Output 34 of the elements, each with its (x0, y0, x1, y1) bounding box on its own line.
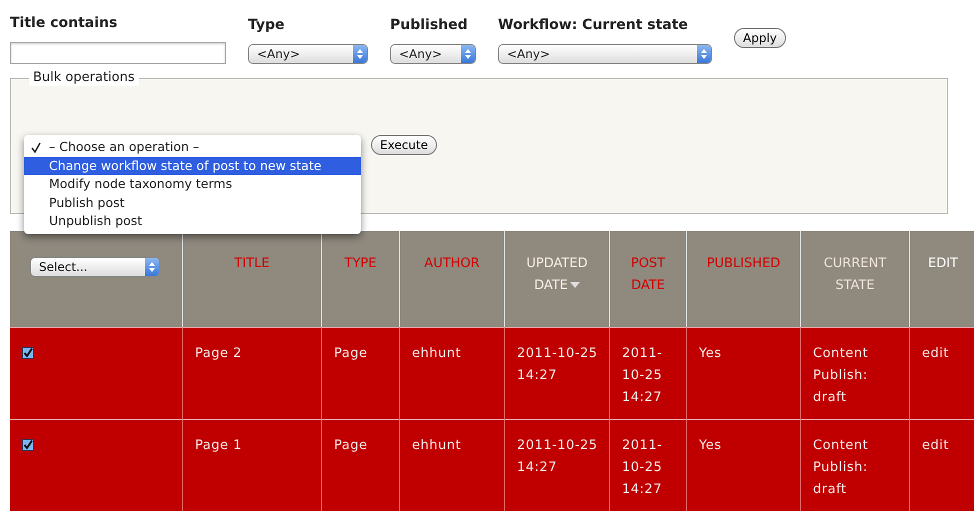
filter-select[interactable]: <Any> (498, 44, 712, 64)
table-cell-text: ehhunt (412, 345, 462, 363)
panel-legend: Bulk operations (29, 70, 139, 86)
column-header: EDIT (928, 255, 958, 273)
menu-option[interactable]: Change workflow state of post to new state (24, 156, 361, 175)
edit-link[interactable]: edit (922, 435, 949, 457)
table-cell-text: Yes (699, 345, 722, 363)
table-cell-text: 2011-10-25 14:27 (517, 437, 599, 477)
filter-label: Workflow: Current state (498, 16, 689, 34)
table-cell-text: 2011-10-25 14:27 (622, 345, 664, 407)
table-cell-text: Yes (699, 437, 722, 455)
table-cell-text: 2011-10-25 14:27 (517, 345, 599, 385)
filter-label: Title contains (10, 14, 118, 33)
table-cell-text: ehhunt (412, 437, 462, 455)
menu-option[interactable]: Modify node taxonomy terms (24, 175, 361, 194)
menu-option[interactable]: – Choose an operation – (24, 138, 361, 156)
filter-label: Type (248, 16, 286, 34)
table-cell-text: Page (334, 345, 368, 363)
table-cell-text: Page 1 (195, 437, 242, 455)
filter-select[interactable]: <Any> (248, 44, 368, 64)
filter-select[interactable]: <Any> (390, 44, 476, 64)
select-dropdown[interactable]: Select... (30, 257, 160, 277)
menu-option[interactable]: Publish post (24, 194, 361, 212)
table-cell-text: Content Publish: draft (813, 437, 870, 499)
apply-button[interactable]: Apply (734, 28, 786, 48)
menu-option[interactable]: Unpublish post (24, 212, 361, 230)
edit-link[interactable]: edit (922, 343, 949, 365)
table-cell-text: Content Publish: draft (813, 345, 870, 407)
execute-button[interactable]: Execute (371, 135, 437, 155)
table-cell-text: Page (334, 437, 368, 455)
table-cell-text: Page 2 (195, 345, 242, 363)
table-cell-text: 2011-10-25 14:27 (622, 437, 664, 499)
column-header: CURRENT STATE (822, 255, 888, 295)
filter-label: Published (390, 16, 469, 34)
